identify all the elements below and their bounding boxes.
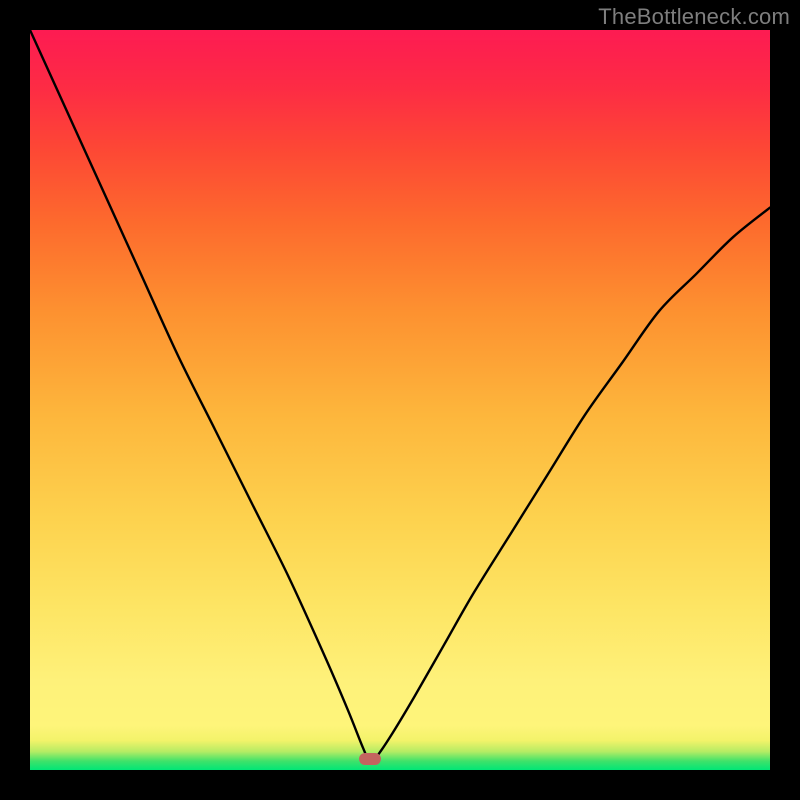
chart-frame: TheBottleneck.com: [0, 0, 800, 800]
bottleneck-curve: [30, 30, 770, 770]
watermark-text: TheBottleneck.com: [598, 4, 790, 30]
plot-area: [30, 30, 770, 770]
optimum-marker: [359, 753, 381, 765]
